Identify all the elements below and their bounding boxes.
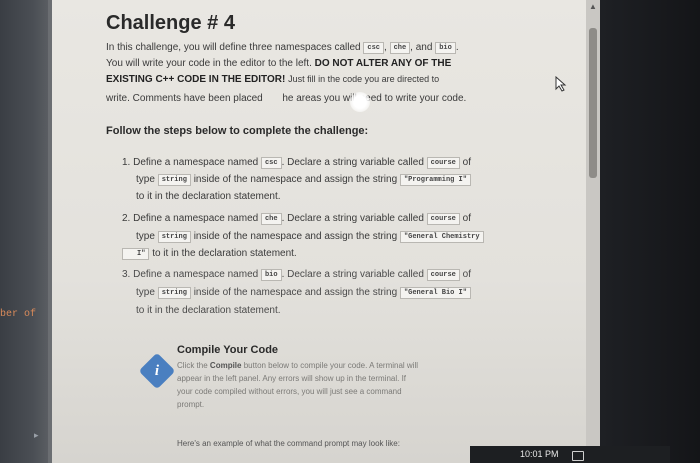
step-text: inside of the namespace and assign the s… <box>193 231 398 242</box>
step-2-line-1: 2. Define a namespace named che. Declare… <box>122 213 471 225</box>
intro-warning: DO NOT ALTER ANY OF THE <box>314 58 452 69</box>
scrollbar-thumb[interactable] <box>589 28 597 178</box>
expand-arrow-icon[interactable]: ▸ <box>34 430 39 441</box>
step-namespace-code: che <box>260 213 282 225</box>
notification-icon[interactable] <box>572 451 584 461</box>
scroll-up-arrow-icon[interactable]: ▲ <box>588 2 598 12</box>
step-text: of <box>462 213 472 224</box>
step-1-line-1: 1. Define a namespace named csc. Declare… <box>122 157 471 169</box>
step-text: . Declare a string variable called <box>281 213 424 224</box>
step-variable-code: course <box>426 213 460 225</box>
example-text: Here's an example of what the command pr… <box>177 439 400 448</box>
step-text: . Declare a string variable called <box>281 157 424 168</box>
compile-line-1: Click the Compile button below to compil… <box>177 361 418 370</box>
step-text: inside of the namespace and assign the s… <box>193 174 398 185</box>
step-namespace-code: bio <box>260 269 282 281</box>
step-text: to it in the declaration statement. <box>136 191 281 202</box>
compile-text: button below to compile your code. A ter… <box>243 361 419 370</box>
namespace-bio-code: bio <box>435 42 456 54</box>
step-text: to it in the declaration statement. <box>136 305 281 316</box>
step-value-code: I" <box>122 248 150 260</box>
step-variable-code: course <box>426 157 460 169</box>
editor-code-fragment: ber of <box>0 309 37 320</box>
step-text: type <box>136 287 155 298</box>
steps-heading: Follow the steps below to complete the c… <box>106 125 369 137</box>
intro-text: In this challenge, you will define three… <box>106 42 361 53</box>
compile-title: Compile Your Code <box>177 344 279 356</box>
step-text: type <box>136 174 155 185</box>
intro-separator: , <box>384 42 387 53</box>
compile-button-reference: Compile <box>209 361 242 370</box>
step-text: . Declare a string variable called <box>281 269 424 280</box>
compile-line-3: your code compiled without errors, you w… <box>177 387 402 396</box>
step-type-code: string <box>157 287 191 299</box>
intro-text: he areas you will need to write your cod… <box>282 93 467 104</box>
step-value-code: "General Chemistry <box>399 231 484 243</box>
taskbar <box>470 446 670 463</box>
code-editor-panel[interactable] <box>0 0 48 463</box>
step-3-line-3: to it in the declaration statement. <box>122 305 281 316</box>
step-text: 1. Define a namespace named <box>122 157 259 168</box>
compile-text: Click the <box>177 361 208 370</box>
step-variable-code: course <box>426 269 460 281</box>
intro-separator: , and <box>410 42 433 53</box>
step-3-line-2: type string inside of the namespace and … <box>122 287 471 299</box>
step-value-code: "General Bio I" <box>399 287 471 299</box>
step-type-code: string <box>157 174 191 186</box>
step-1-line-3: to it in the declaration statement. <box>122 191 281 202</box>
intro-line-4: write. Comments have been placed he area… <box>106 93 466 104</box>
namespace-che-code: che <box>389 42 411 54</box>
step-text: type <box>136 231 155 242</box>
step-value-code: "Programming I" <box>399 174 471 186</box>
step-2-line-3: I" to it in the declaration statement. <box>122 248 297 260</box>
instructions-panel: Challenge # 4 In this challenge, you wil… <box>52 0 586 463</box>
intro-line-2: You will write your code in the editor t… <box>106 58 451 69</box>
taskbar-clock[interactable]: 10:01 PM <box>520 449 559 459</box>
step-text: inside of the namespace and assign the s… <box>193 287 398 298</box>
intro-text: You will write your code in the editor t… <box>106 58 312 69</box>
challenge-title: Challenge # 4 <box>106 12 235 34</box>
step-1-line-2: type string inside of the namespace and … <box>122 174 471 186</box>
step-3-line-1: 3. Define a namespace named bio. Declare… <box>122 269 471 281</box>
intro-separator: . <box>455 42 459 53</box>
step-text: 2. Define a namespace named <box>122 213 259 224</box>
compile-line-4: prompt. <box>177 400 205 409</box>
step-2-line-2: type string inside of the namespace and … <box>122 231 484 243</box>
intro-text: Just fill in the code you are directed t… <box>288 74 440 84</box>
step-text: of <box>462 157 472 168</box>
step-type-code: string <box>157 231 191 243</box>
screen-glare <box>350 92 370 112</box>
intro-line-1: In this challenge, you will define three… <box>106 42 459 54</box>
namespace-csc-code: csc <box>363 42 384 54</box>
step-text: of <box>462 269 472 280</box>
intro-warning: EXISTING C++ CODE IN THE EDITOR! <box>106 74 286 85</box>
screen-edge <box>600 0 700 463</box>
compile-line-2: appear in the left panel. Any errors wil… <box>177 374 407 383</box>
step-namespace-code: csc <box>260 157 282 169</box>
intro-line-3: EXISTING C++ CODE IN THE EDITOR! Just fi… <box>106 74 439 85</box>
step-text: to it in the declaration statement. <box>152 248 297 259</box>
mouse-pointer-icon <box>555 76 567 92</box>
info-glyph: i <box>154 363 160 379</box>
intro-text: write. Comments have been placed <box>106 93 263 104</box>
step-text: 3. Define a namespace named <box>122 269 259 280</box>
